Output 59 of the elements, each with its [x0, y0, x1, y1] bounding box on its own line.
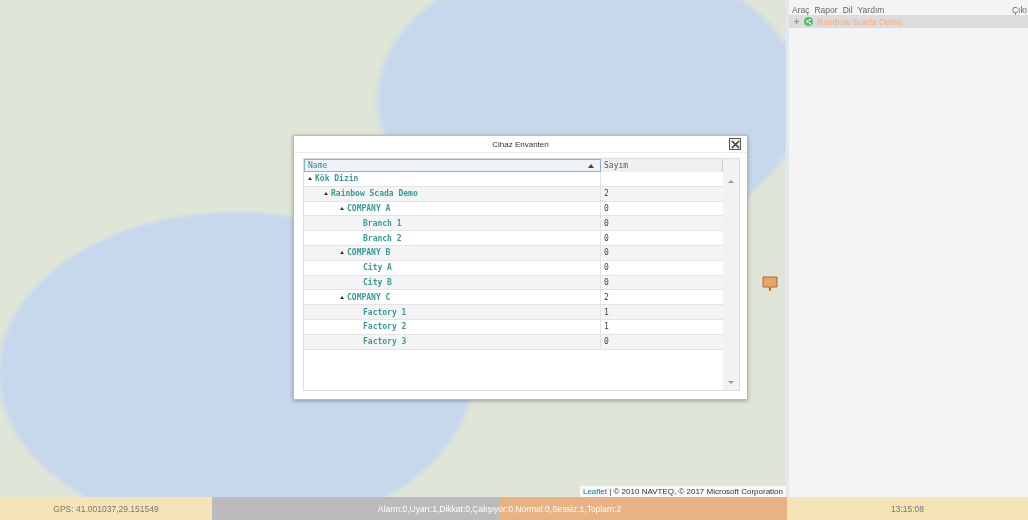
node-name: COMPANY C [347, 292, 391, 302]
tree-cell[interactable]: Branch 2 [304, 231, 601, 245]
column-header[interactable]: Sayım [601, 159, 723, 172]
clock: 13:15:08 [787, 497, 1028, 520]
tree-cell[interactable]: Kök Dizin [304, 172, 601, 186]
expand-triangle-icon[interactable] [340, 295, 344, 299]
column-header[interactable]: Name [304, 159, 601, 172]
count-cell-text: 2 [603, 188, 610, 201]
menu-item[interactable]: Yardım [857, 5, 885, 15]
alarm-summary: Alarm:0,Uyarı:1,Dikkat:0,Çalışıyor:0,Normal:0,Sessiz:1,Toplam:2 [212, 497, 787, 520]
node-name: Branch 2 [363, 233, 402, 243]
menu-item[interactable]: Araç [792, 5, 810, 15]
expand-triangle-icon[interactable] [340, 207, 344, 210]
tree-cell[interactable]: Factory 1 [304, 305, 601, 319]
dialog-title: Cihaz Envanteri [492, 139, 549, 149]
node-name: Factory 2 [363, 322, 407, 332]
node-name: Rainbow Scada Demo [331, 189, 418, 199]
leaflet-link[interactable]: Leaflet [582, 487, 607, 496]
close-button[interactable] [729, 138, 741, 150]
tree-cell[interactable]: Factory 2 [304, 319, 601, 334]
gps-status: GPS: 41.001037,29.151549 [0, 497, 212, 520]
tree-cell[interactable]: Rainbow Scada Demo [304, 186, 601, 201]
tree-cell[interactable]: COMPANY B [304, 246, 601, 260]
node-name: Branch 1 [363, 218, 402, 228]
node-name: City B [363, 277, 392, 287]
count-cell-text: 0 [603, 203, 610, 215]
expand-triangle-icon[interactable] [340, 251, 344, 255]
tree-cell[interactable]: COMPANY C [304, 290, 601, 305]
count-cell-text: 0 [603, 336, 610, 349]
scroll-up-icon[interactable] [728, 180, 734, 183]
count-cell-text: 0 [603, 217, 610, 230]
node-name: COMPANY B [347, 248, 391, 258]
tree-cell[interactable]: City B [304, 275, 601, 290]
sort-arrow-icon [588, 163, 594, 168]
expand-triangle-icon[interactable] [308, 177, 312, 181]
map-marker-icon[interactable] [762, 276, 778, 292]
menu-item[interactable]: Rapor [814, 5, 838, 15]
node-name: City A [363, 263, 392, 273]
node-name: Kök Dizin [315, 174, 359, 184]
count-cell-text: 0 [603, 276, 610, 289]
count-cell-text: 0 [603, 247, 610, 260]
node-name: COMPANY A [347, 204, 391, 213]
scroll-down-icon[interactable] [728, 381, 734, 384]
node-name: Factory 3 [363, 337, 407, 347]
count-cell-text: 1 [603, 306, 610, 319]
share-icon [804, 17, 813, 26]
map-attribution: | © 2010 NAVTEQ, © 2017 Microsoft Corporation [609, 487, 783, 496]
tree-cell[interactable]: Factory 3 [304, 334, 601, 349]
tree-cell[interactable]: Branch 1 [304, 216, 601, 231]
tree-cell[interactable]: City A [304, 260, 601, 275]
count-cell-text: 0 [603, 232, 610, 245]
node-name: Factory 1 [363, 307, 407, 317]
tree-cell[interactable]: COMPANY A [304, 201, 601, 216]
expand-triangle-icon[interactable] [324, 192, 328, 196]
count-cell-text: 1 [603, 321, 610, 334]
count-cell-text: 2 [603, 291, 610, 304]
menu-item[interactable]: Dil [842, 5, 853, 15]
exit-menu-item[interactable]: Çıkı [1011, 5, 1027, 15]
count-cell-text: 0 [603, 262, 610, 275]
